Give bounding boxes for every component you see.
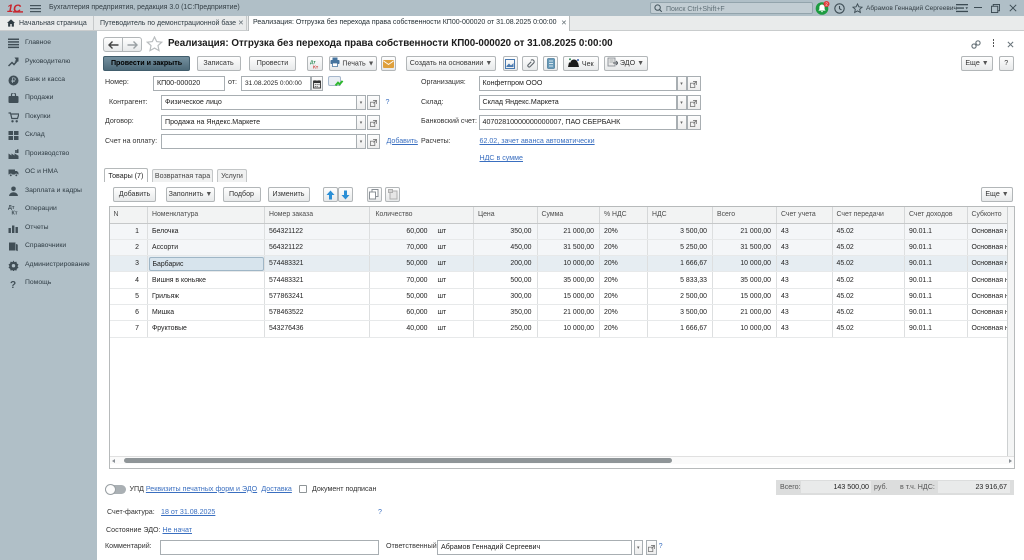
svg-text:Кт: Кт bbox=[12, 211, 18, 216]
svg-text:2: 2 bbox=[825, 2, 828, 7]
svg-text:Кт: Кт bbox=[313, 64, 319, 69]
svg-text:₽: ₽ bbox=[11, 76, 16, 85]
svg-text:?: ? bbox=[10, 280, 16, 289]
